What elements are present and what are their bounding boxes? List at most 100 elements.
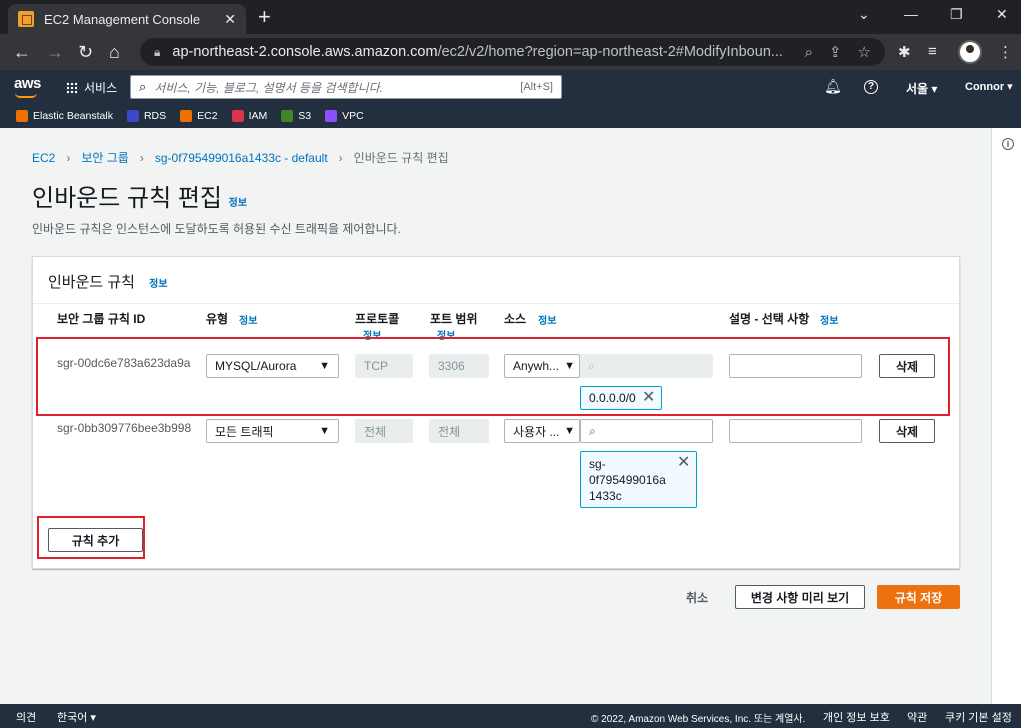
chevron-right-icon: › bbox=[139, 150, 144, 165]
protocol-field: 전체 bbox=[355, 419, 413, 443]
col-header-port-range: 포트 범위 bbox=[430, 312, 478, 326]
copyright: © 2022, Amazon Web Services, Inc. 또는 계열사… bbox=[591, 714, 806, 725]
favorites-bar: Elastic Beanstalk RDS EC2 IAM S3 VPC bbox=[0, 104, 1021, 128]
url-host: ap-northeast-2.console.aws.amazon.com bbox=[172, 44, 438, 60]
type-select-value: 모든 트래픽 bbox=[215, 424, 274, 439]
bookmark-label: EC2 bbox=[197, 110, 218, 122]
tab-title: EC2 Management Console bbox=[44, 11, 201, 27]
col-type-info-link[interactable]: 정보 bbox=[239, 312, 257, 327]
highlight-box-rule bbox=[36, 337, 950, 416]
source-token-line: 1433c bbox=[589, 489, 622, 503]
window-close-icon[interactable]: ✕ bbox=[996, 6, 1008, 23]
bookmark-item[interactable]: EC2 bbox=[180, 110, 218, 122]
save-rules-button[interactable]: 규칙 저장 bbox=[877, 585, 960, 609]
bookmark-label: VPC bbox=[342, 110, 364, 122]
browser-tab[interactable]: EC2 Management Console ✕ bbox=[8, 4, 246, 34]
breadcrumb-security-groups[interactable]: 보안 그룹 bbox=[81, 149, 129, 166]
star-icon[interactable]: ☆ bbox=[858, 43, 871, 61]
home-icon[interactable]: ⌂ bbox=[109, 42, 120, 62]
page-info-link[interactable]: 정보 bbox=[229, 198, 247, 209]
address-bar[interactable]: 🔒︎ ap-northeast-2.console.aws.amazon.com… bbox=[140, 38, 885, 66]
bookmark-item[interactable]: IAM bbox=[231, 110, 268, 122]
divider bbox=[33, 303, 959, 304]
services-menu[interactable]: 서비스 bbox=[66, 79, 117, 96]
reload-icon[interactable]: ↻ bbox=[78, 42, 93, 62]
aws-top-nav: aws 서비스 ⌕ 서비스, 기능, 블로그, 설명서 등을 검색합니다. [A… bbox=[0, 70, 1021, 104]
col-header-source: 소스 bbox=[504, 312, 527, 326]
bookmark-label: IAM bbox=[248, 110, 268, 122]
extensions-icon[interactable]: ✱ bbox=[898, 43, 911, 61]
share-icon[interactable]: ⇪ bbox=[829, 43, 842, 61]
cookie-preferences-link[interactable]: 쿠키 기본 설정 bbox=[945, 709, 1012, 725]
close-icon[interactable]: ✕ bbox=[677, 455, 690, 471]
bookmark-item[interactable]: S3 bbox=[281, 110, 311, 122]
new-tab-icon[interactable]: + bbox=[258, 6, 271, 28]
type-select[interactable]: 모든 트래픽 ▼ bbox=[206, 419, 339, 443]
cancel-button[interactable]: 취소 bbox=[686, 589, 708, 606]
bookmark-label: Elastic Beanstalk bbox=[33, 110, 113, 122]
delete-rule-button[interactable]: 삭제 bbox=[879, 419, 935, 443]
user-menu[interactable]: Connor ▾ bbox=[965, 80, 1013, 93]
region-selector[interactable]: 서울 ▾ bbox=[906, 80, 937, 97]
page-title: 인바운드 규칙 편집 정보 bbox=[32, 178, 247, 213]
bookmark-favicon-icon bbox=[180, 110, 193, 122]
restore-icon[interactable]: ❐ bbox=[950, 6, 963, 23]
source-type-select[interactable]: 사용자 ... ▼ bbox=[504, 419, 580, 443]
bookmark-favicon-icon bbox=[231, 110, 244, 122]
chevron-right-icon: › bbox=[66, 150, 71, 165]
bookmark-favicon-icon bbox=[281, 110, 294, 122]
aws-logo[interactable]: aws bbox=[14, 75, 41, 92]
help-icon[interactable]: ? bbox=[864, 80, 878, 94]
lock-icon[interactable]: 🔒︎ bbox=[154, 45, 160, 60]
search-placeholder: 서비스, 기능, 블로그, 설명서 등을 검색합니다. bbox=[154, 80, 384, 95]
breadcrumb-current: 인바운드 규칙 편집 bbox=[353, 151, 449, 165]
bookmark-item[interactable]: RDS bbox=[126, 110, 167, 122]
col-source-info-link[interactable]: 정보 bbox=[538, 312, 556, 327]
col-description-info-link[interactable]: 정보 bbox=[820, 312, 838, 327]
language-selector[interactable]: 한국어 ▾ bbox=[57, 709, 96, 725]
feedback-link[interactable]: 의견 bbox=[16, 709, 36, 725]
preview-changes-button[interactable]: 변경 사항 미리 보기 bbox=[735, 585, 865, 609]
breadcrumb-security-group[interactable]: sg-0f795499016a1433c - default bbox=[155, 151, 328, 165]
panel-info-link[interactable]: 정보 bbox=[149, 279, 167, 290]
page-description: 인바운드 규칙은 인스턴스에 도달하도록 허용된 수신 트래픽을 제어합니다. bbox=[32, 222, 401, 236]
col-header-rule-id: 보안 그룹 규칙 ID bbox=[57, 312, 146, 326]
highlight-box-add-rule bbox=[37, 516, 145, 559]
caret-down-icon: ▼ bbox=[564, 425, 575, 437]
description-input[interactable] bbox=[729, 419, 862, 443]
media-icon[interactable]: ≡ bbox=[928, 43, 937, 60]
search-input[interactable]: ⌕ 서비스, 기능, 블로그, 설명서 등을 검색합니다. [Alt+S] bbox=[130, 75, 562, 99]
info-icon[interactable]: i bbox=[1002, 138, 1014, 150]
breadcrumb-ec2[interactable]: EC2 bbox=[32, 151, 55, 165]
bookmark-item[interactable]: Elastic Beanstalk bbox=[16, 110, 113, 122]
avatar[interactable] bbox=[958, 40, 982, 64]
bookmark-favicon-icon bbox=[325, 110, 338, 122]
source-type-value: 사용자 ... bbox=[513, 424, 560, 439]
page-title-text: 인바운드 규칙 편집 bbox=[32, 185, 222, 212]
services-label: 서비스 bbox=[84, 81, 118, 95]
footer: 의견 한국어 ▾ © 2022, Amazon Web Services, In… bbox=[0, 704, 1021, 728]
privacy-link[interactable]: 개인 정보 보호 bbox=[823, 709, 890, 725]
source-token-line: 0f795499016a bbox=[589, 473, 666, 487]
bookmark-item[interactable]: VPC bbox=[325, 110, 364, 122]
tools-rail: i bbox=[991, 128, 1021, 704]
zoom-search-icon[interactable]: ⌕ bbox=[805, 44, 813, 61]
col-header-protocol: 프로토콜 bbox=[355, 312, 400, 326]
terms-link[interactable]: 약관 bbox=[907, 709, 927, 725]
forward-icon[interactable]: → bbox=[46, 42, 64, 62]
close-icon[interactable]: ✕ bbox=[224, 11, 236, 28]
bell-icon[interactable]: 🔔︎ bbox=[824, 78, 842, 95]
col-header-description: 설명 - 선택 사항 bbox=[729, 312, 810, 326]
source-search-input[interactable]: ⌕ bbox=[580, 419, 713, 443]
bookmark-favicon-icon bbox=[16, 110, 28, 122]
bookmark-label: RDS bbox=[143, 110, 167, 122]
chevron-right-icon: › bbox=[338, 150, 343, 165]
menu-icon[interactable]: ⋮ bbox=[998, 43, 1013, 61]
back-icon[interactable]: ← bbox=[13, 42, 31, 62]
chevron-down-icon[interactable]: ⌄ bbox=[858, 6, 870, 23]
search-icon: ⌕ bbox=[139, 79, 147, 94]
source-token-line: sg- bbox=[589, 457, 606, 471]
grid-icon bbox=[66, 81, 78, 94]
main-content: EC2 › 보안 그룹 › sg-0f795499016a1433c - def… bbox=[0, 128, 991, 704]
minimize-icon[interactable]: — bbox=[904, 6, 918, 22]
